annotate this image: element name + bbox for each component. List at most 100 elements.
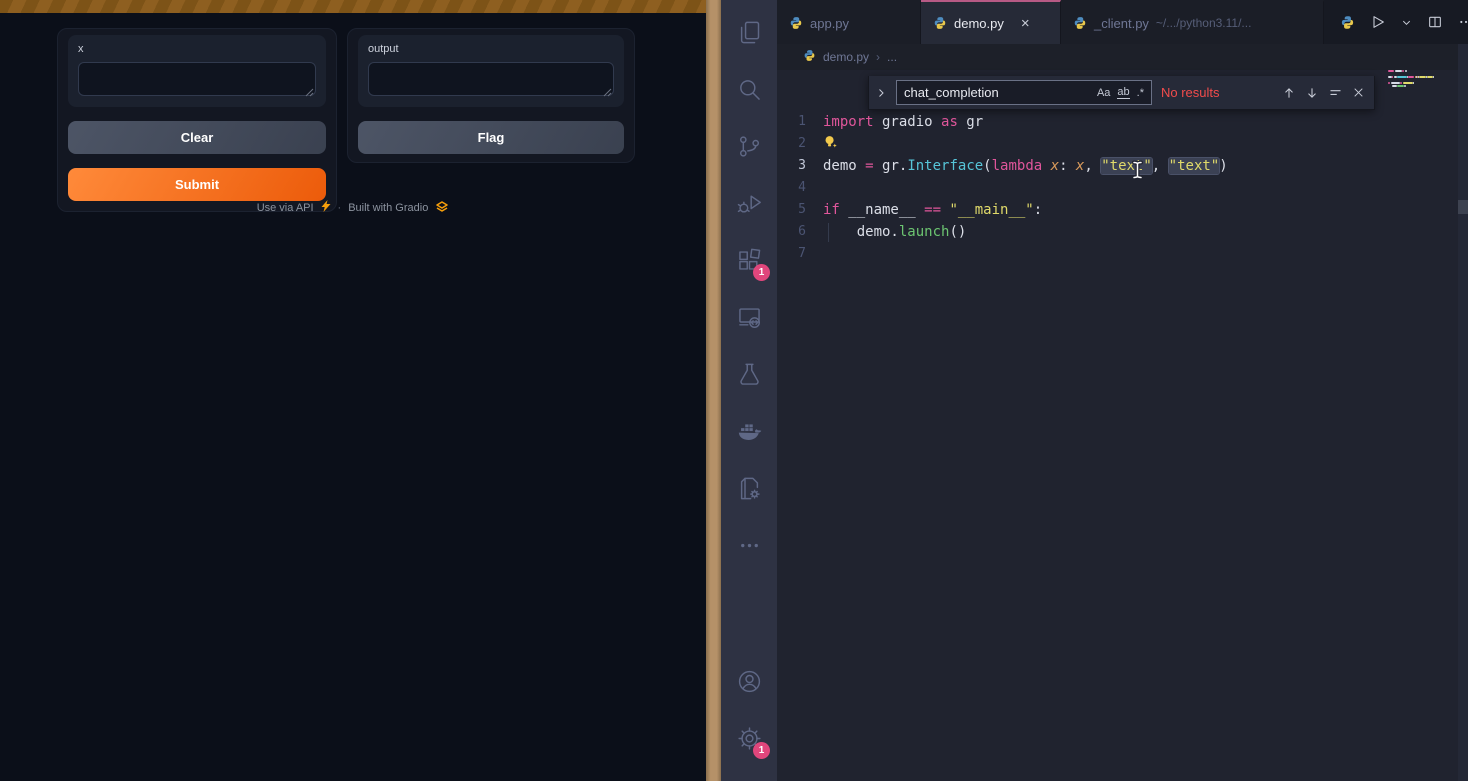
regex-toggle[interactable]: .* [1137,87,1144,99]
split-editor-button[interactable] [1427,14,1443,30]
tab-label: demo.py [954,16,1004,31]
activity-remote-explorer-button[interactable] [727,295,771,339]
find-status: No results [1161,85,1273,100]
breadcrumb-file[interactable]: demo.py [823,50,869,64]
code-line-7[interactable]: 7 [777,243,1468,265]
close-tab-icon[interactable]: × [1021,16,1030,31]
activity-more-views-button[interactable] [727,523,771,567]
run-dropdown-chevron-icon[interactable] [1401,17,1412,28]
gradio-footer: Use via API · Built with Gradio [0,200,706,215]
editor-more-actions-button[interactable] [1458,14,1468,30]
code-line-3[interactable]: 3demo = gr.Interface(lambda x: x, "text"… [777,155,1468,177]
code-line-5[interactable]: 5if __name__ == "__main__": [777,199,1468,221]
progress-stripe-bar [0,0,706,13]
source-control-icon [736,133,763,160]
resize-grip-icon[interactable] [603,84,612,102]
code-token: ( [983,158,991,174]
activity-explorer-button[interactable] [727,10,771,54]
activity-extensions-button[interactable]: 1 [727,238,771,282]
flag-button[interactable]: Flag [358,121,624,154]
find-previous-button[interactable] [1282,86,1296,100]
resize-grip-icon[interactable] [305,84,314,102]
submit-button[interactable]: Submit [68,168,326,201]
activity-accounts-button[interactable] [727,659,771,703]
code-token: __name__ [840,202,924,218]
input-label: x [78,43,316,55]
use-via-api-link[interactable]: Use via API [257,202,314,214]
output-label: output [368,43,614,55]
beaker-icon [736,361,763,388]
activity-settings-button[interactable]: 1 [727,716,771,760]
code-token: demo [823,158,865,174]
clear-button[interactable]: Clear [68,121,326,154]
activity-bar: 1 1 [721,0,777,781]
tab--client-py[interactable]: _client.py~/.../python3.11/... [1061,0,1324,44]
python-icon [1073,16,1087,30]
code-token: "text" [1101,158,1152,174]
minimap-line [1388,73,1444,75]
breadcrumb-symbol[interactable]: ... [887,50,897,64]
lightbulb-icon[interactable] [823,134,838,157]
code-token: , [1084,158,1101,174]
code-token: = [865,158,873,174]
tab-app-py[interactable]: app.py [777,0,921,44]
screen: x Clear Submit output [0,0,1468,781]
activity-run-and-debug-button[interactable] [727,181,771,225]
code-editor[interactable]: 1import gradio as gr23demo = gr.Interfac… [777,70,1468,781]
code-token: "text" [1169,158,1220,174]
input-column: x Clear Submit [57,28,337,212]
line-number: 7 [777,243,823,265]
tab-label: app.py [810,16,849,31]
built-with-gradio-link[interactable]: Built with Gradio [348,202,428,214]
gradio-body: x Clear Submit output [0,13,706,212]
code-line-2[interactable]: 2 [777,133,1468,155]
activity-tools-button[interactable] [727,466,771,510]
gradio-app-pane: x Clear Submit output [0,0,706,781]
python-icon [803,49,816,65]
editor-scrollbar[interactable] [1458,44,1468,781]
python-icon [789,16,803,30]
tab-list: app.py demo.py × _client.py~/.../python3.11… [777,0,1324,44]
run-python-file-button[interactable] [1370,14,1386,30]
toggle-replace-chevron-icon[interactable] [875,87,887,99]
tab-label: _client.py [1094,16,1149,31]
minimap[interactable] [1388,70,1444,91]
code-token: launch [899,224,950,240]
whole-word-toggle[interactable]: ab [1117,86,1129,99]
code-line-1[interactable]: 1import gradio as gr [777,111,1468,133]
input-textarea[interactable] [78,62,316,96]
search-icon [736,76,763,103]
activity-docker-button[interactable] [727,409,771,453]
scrollbar-thumb[interactable] [1458,200,1468,214]
breadcrumb[interactable]: demo.py › ... [777,44,1468,70]
activity-testing-button[interactable] [727,352,771,396]
window-sash[interactable] [706,0,721,781]
match-case-toggle[interactable]: Aa [1097,87,1110,99]
ibeam-mouse-cursor [1131,160,1144,185]
activity-badge: 1 [753,742,770,759]
files-icon [736,19,763,46]
activity-search-button[interactable] [727,67,771,111]
output-textarea[interactable] [368,62,614,96]
find-input-box: Aa ab .* [896,80,1152,105]
code-line-4[interactable]: 4 [777,177,1468,199]
code-token: ) [1219,158,1227,174]
find-input[interactable] [904,85,1090,100]
find-next-button[interactable] [1305,86,1319,100]
docker-icon [736,418,763,445]
code-token: x [1051,158,1059,174]
code-token: : [1059,158,1076,174]
code-token: , [1152,158,1169,174]
account-icon [736,668,763,695]
close-find-button[interactable] [1352,86,1365,99]
code-line-6[interactable]: 6 demo.launch() [777,221,1468,243]
line-content: if __name__ == "__main__": [823,199,1042,221]
find-in-selection-button[interactable] [1328,85,1343,100]
indent-guide [828,223,829,242]
line-number: 1 [777,111,823,133]
gradio-row: x Clear Submit output [57,28,706,212]
editor-tab-bar: app.py demo.py × _client.py~/.../python3.11… [777,0,1468,44]
tab-demo-py[interactable]: demo.py × [921,0,1061,44]
minimap-line [1388,82,1444,84]
activity-source-control-button[interactable] [727,124,771,168]
